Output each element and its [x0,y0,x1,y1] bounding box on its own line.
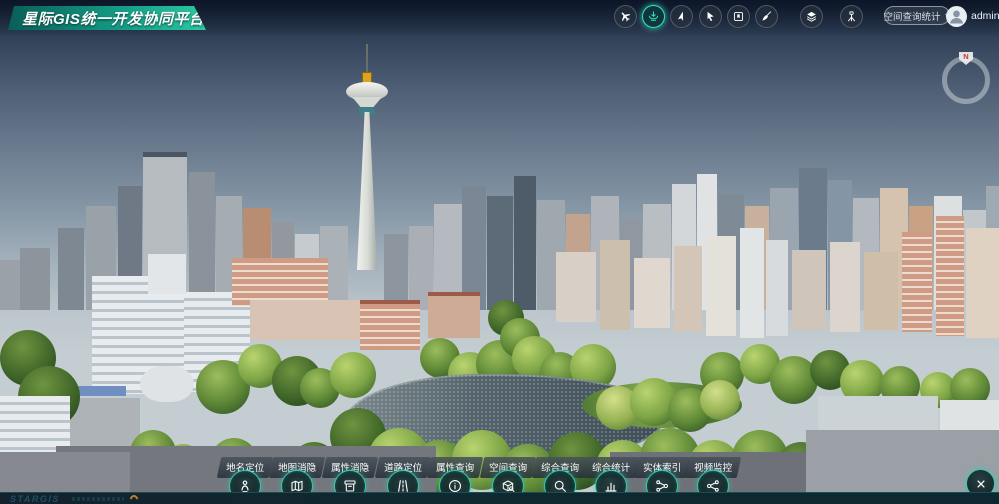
stargis-watermark: STARGIS [10,493,60,504]
clear-scene-button[interactable] [755,5,778,28]
close-icon [974,477,988,491]
layers-icon [805,10,818,23]
reset-view-icon [647,10,660,23]
username-label: admin [971,10,999,22]
north-arrow-icon [674,9,690,25]
app-title-banner: 星际GIS统一开发协同平台 [8,6,206,30]
app-title: 星际GIS统一开发协同平台 [22,8,204,29]
reset-view-button[interactable] [642,5,665,28]
watermark-arc [128,493,139,504]
spatial-query-stats-dropdown[interactable]: 空间查询统计 [884,6,950,25]
broom-icon [760,10,773,23]
north-label: N [963,52,968,61]
map-viewport[interactable] [0,0,999,504]
bookmark-icon [732,10,745,23]
watermark-dashes [72,497,124,501]
cursor-icon [704,10,717,23]
fly-mode-button[interactable] [614,5,637,28]
layer-manager-button[interactable] [800,5,823,28]
compass[interactable]: N [942,52,990,100]
select-tool-button[interactable] [699,5,722,28]
bottom-status-strip: STARGIS [0,492,999,504]
airplane-icon [616,7,634,25]
tripod-camera-icon [845,10,858,23]
bookmarks-button[interactable] [727,5,750,28]
user-icon [946,6,967,27]
orient-north-button[interactable] [670,5,693,28]
app-window: 星际GIS统一开发协同平台 [0,0,999,504]
user-avatar[interactable] [946,6,967,27]
dropdown-value: 空间查询统计 [884,9,941,23]
scene-camera-button[interactable] [840,5,863,28]
